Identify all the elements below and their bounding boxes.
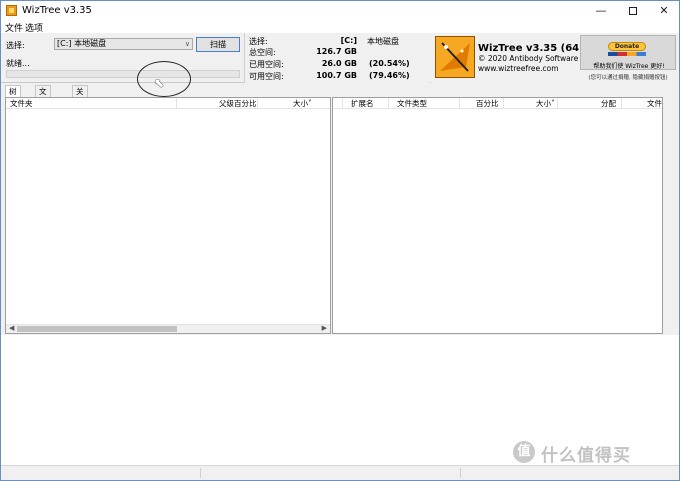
stats-select-row: 选择: [C:] 本地磁盘 [249,36,429,46]
col-divider [342,98,343,109]
app-window: WizTree v3.35 — ✕ 文件 选项 选择: [C:] 本地磁盘 ∨ … [0,0,680,481]
free-space-value: 100.7 GB [316,71,357,80]
used-space-percent: (20.54%) [369,59,410,68]
col-files[interactable]: 文件 [647,99,662,108]
maximize-icon [629,7,637,15]
col-divider [621,98,622,109]
scroll-right-icon[interactable]: ▶ [322,324,327,332]
status-segment [1,468,201,478]
menu-bar: 文件 选项 [1,21,679,34]
scan-progress-bar [6,70,240,78]
tab-about[interactable]: 关于 [72,85,88,107]
col-size-label: 大小 [293,99,308,108]
payment-cards-icon [608,52,646,56]
folder-tree-pane[interactable]: 文件夹 父级百分比 大小˅ ◀ ▶ [5,97,331,334]
scan-panel: 选择: [C:] 本地磁盘 ∨ 扫描 就绪... ⬉ 选择: [C:] 本地磁盘… [1,33,679,97]
watermark-text: 什么值得买 [541,446,631,466]
col-extension[interactable]: 扩展名 [351,99,374,108]
free-space-percent: (79.46%) [369,71,410,80]
scrollbar-thumb[interactable] [17,326,177,332]
title-bar: WizTree v3.35 — ✕ [1,1,679,21]
col-divider [257,98,258,109]
col-size[interactable]: 大小˅ [536,99,555,108]
right-edge-strip [664,97,676,334]
total-space-value: 126.7 GB [316,47,357,56]
scroll-left-icon[interactable]: ◀ [9,324,14,332]
stats-drive-name: 本地磁盘 [367,37,399,46]
sort-desc-icon: ˅ [551,99,555,108]
stats-free-row: 可用空间: 100.7 GB (79.46%) [249,71,429,81]
minimize-button[interactable]: — [586,1,616,21]
sort-desc-icon: ˅ [308,99,312,108]
donate-note: (您可以通过捐赠, 隐藏捐赠按钮) [588,75,668,81]
window-title: WizTree v3.35 [22,5,92,16]
col-parent-percent[interactable]: 父级百分比 [219,99,257,108]
brand-panel: WizTree v3.35 (64 位) © 2020 Antibody Sof… [431,33,679,83]
free-space-label: 可用空间: [249,72,284,81]
donate-text: 帮助我们使 WizTree 更好! [593,63,665,70]
stats-select-label: 选择: [249,37,268,46]
col-folder[interactable]: 文件夹 [10,99,33,108]
watermark: 值 什么值得买 [513,441,673,466]
folder-tree-header: 文件夹 父级百分比 大小˅ [6,98,330,109]
col-size[interactable]: 大小˅ [293,99,312,108]
col-divider [503,98,504,109]
maximize-button[interactable] [618,1,648,21]
col-divider [176,98,177,109]
brand-copyright: © 2020 Antibody Software [478,54,579,63]
stats-used-row: 已用空间: 26.0 GB (20.54%) [249,59,429,69]
col-file-type[interactable]: 文件类型 [397,99,427,108]
file-types-header: 扩展名 文件类型 百分比 大小˅ 分配 文件 [333,98,662,109]
scan-button[interactable]: 扫描 [196,37,240,52]
close-button[interactable]: ✕ [649,1,679,21]
wizard-hat-icon [436,37,474,77]
total-space-label: 总空间: [249,48,276,57]
donate-button[interactable]: Donate [608,42,646,51]
tab-file-view[interactable]: 文件查看 [35,85,51,129]
select-label: 选择: [6,41,25,50]
col-size-label: 大小 [536,99,551,108]
donate-panel[interactable]: Donate 帮助我们使 WizTree 更好! [580,35,676,70]
col-divider [557,98,558,109]
watermark-logo: 值 [513,441,535,463]
wiztree-app-icon [6,5,17,16]
drive-select[interactable]: [C:] 本地磁盘 ∨ [54,38,193,50]
used-space-label: 已用空间: [249,60,284,69]
status-bar [1,465,679,480]
wiztree-logo [435,36,475,78]
col-divider [388,98,389,109]
col-allocated[interactable]: 分配 [601,99,616,108]
col-percent[interactable]: 百分比 [476,99,499,108]
tab-tree-view[interactable]: 树查看 [5,85,21,118]
horizontal-scrollbar[interactable]: ◀ ▶ [6,324,330,333]
chevron-down-icon: ∨ [184,40,190,48]
brand-url-link[interactable]: www.wiztreefree.com [478,64,559,73]
status-segment [201,468,461,478]
status-text: 就绪... [6,59,30,68]
drive-select-value: [C:] 本地磁盘 [57,39,107,48]
col-divider [459,98,460,109]
mouse-cursor-icon: ⬉ [154,76,165,90]
used-space-value: 26.0 GB [321,59,357,68]
drive-stats: 选择: [C:] 本地磁盘 总空间: 126.7 GB 已用空间: 26.0 G… [244,33,430,83]
stats-total-row: 总空间: 126.7 GB [249,47,429,57]
stats-drive-letter: [C:] [340,36,357,45]
file-types-pane[interactable]: 扩展名 文件类型 百分比 大小˅ 分配 文件 [332,97,663,334]
